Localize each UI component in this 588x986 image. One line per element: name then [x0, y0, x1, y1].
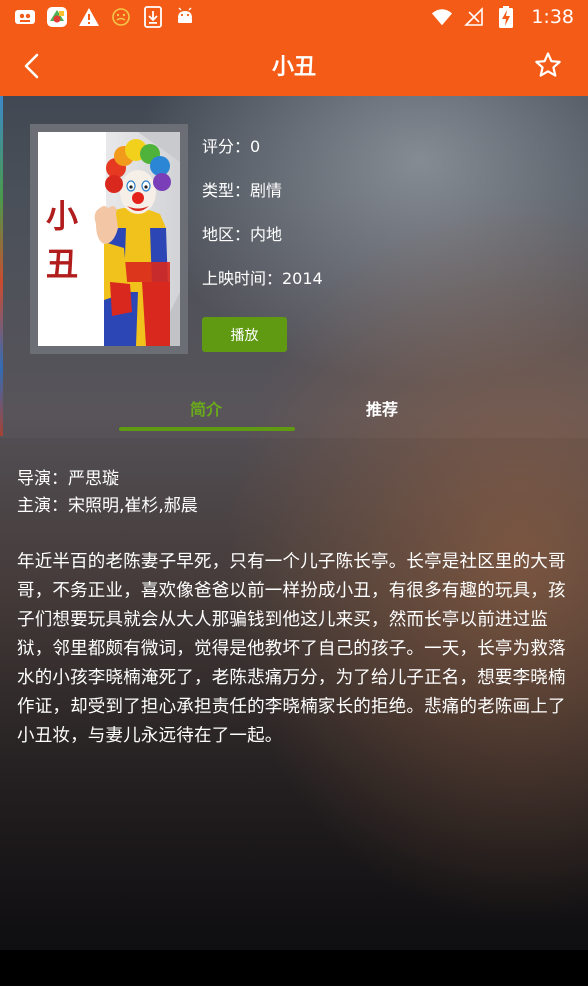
app-icon-2 [46, 6, 68, 28]
status-left-icons [14, 6, 196, 28]
download-icon [142, 6, 164, 28]
no-signal-icon [463, 6, 485, 28]
clown-illustration [94, 132, 180, 346]
chevron-left-icon [24, 53, 39, 79]
rating-text: 评分：0 [202, 137, 261, 156]
intro-content[interactable]: 导演：严思璇 主演：宋照明,崔杉,郝晨 年近半百的老陈妻子早死，只有一个儿子陈长… [0, 438, 588, 950]
face-icon [110, 6, 132, 28]
warning-icon [78, 6, 100, 28]
app-icon-1 [14, 6, 36, 28]
tab-indicator [119, 427, 295, 431]
synopsis-text: 年近半百的老陈妻子早死，只有一个儿子陈长亭。长亭是社区里的大哥哥，不务正业，喜欢… [17, 552, 566, 746]
region-text: 地区：内地 [202, 225, 283, 244]
edge-strip [0, 96, 3, 436]
battery-charging-icon [495, 6, 517, 28]
star-outline-icon [535, 52, 561, 77]
android-icon [174, 6, 196, 28]
release-text: 上映时间：2014 [202, 269, 323, 288]
status-right-icons: 1:38 [431, 6, 574, 28]
status-bar: 1:38 [0, 0, 588, 34]
cast-text: 主演：宋照明,崔杉,郝晨 [17, 496, 198, 516]
status-time: 1:38 [531, 6, 574, 28]
play-button[interactable]: 播放 [202, 317, 287, 352]
toolbar: 小丑 [0, 34, 588, 96]
tab-intro[interactable]: 简介 [190, 396, 222, 420]
director-text: 导演：严思璇 [17, 469, 119, 489]
poster-frame[interactable]: 小丑 [30, 124, 188, 354]
back-button[interactable] [14, 48, 50, 84]
screen: 1:38 小丑 小丑 评分：0 类型：剧情 地区：内地 上映时间：2014 播放… [0, 0, 588, 986]
favorite-button[interactable] [530, 47, 566, 83]
navigation-bar-area [0, 950, 588, 986]
genre-text: 类型：剧情 [202, 181, 283, 200]
movie-poster: 小丑 [38, 132, 180, 346]
page-title: 小丑 [271, 55, 316, 80]
movie-info: 评分：0 类型：剧情 地区：内地 上映时间：2014 [202, 135, 323, 311]
wifi-icon [431, 6, 453, 28]
tab-bar: 简介 推荐 [0, 388, 588, 438]
tab-recommend[interactable]: 推荐 [366, 396, 398, 420]
